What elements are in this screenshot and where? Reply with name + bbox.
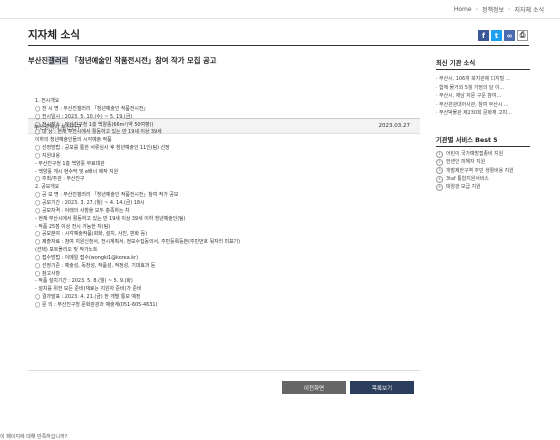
print-icon[interactable]: ⎙ (517, 30, 528, 41)
chevron-right-icon: › (508, 6, 511, 13)
best-service-item[interactable]: 4 3taf 통합지원서비스 (436, 175, 530, 183)
best-services-section: 기관별 서비스 Best 5 1 어린이 국가예방접종비 지원 2 한센인 피해자 지… (436, 135, 530, 192)
body-line: ◯ 문 의 : 부산진구청 문화관광과 예술계(051-605-4631) (35, 301, 158, 308)
post-title-highlight: 갤러리 (48, 56, 69, 65)
best-services-title: 기관별 서비스 Best 5 (436, 137, 498, 144)
list-button[interactable]: 목록보기 (350, 381, 414, 394)
breadcrumb-current[interactable]: 지자체 소식 (514, 5, 544, 14)
recent-news-item[interactable]: · 부산관광대어사관, 참여 부산시 ... (436, 101, 530, 110)
best-service-item[interactable]: 3 개발제한구역 주민 생활비용 지원 (436, 167, 530, 175)
body-line: ◯ 지원내용 (35, 152, 61, 159)
best-service-label: 태양광 보급 지원 (446, 184, 481, 191)
best-services-list: 1 어린이 국가예방접종비 지원 2 한센인 피해자 지원 3 개발제한구역 주민 생활비… (436, 150, 530, 192)
breadcrumb: Home › 정책정보 › 지자체 소식 (454, 5, 544, 14)
best-service-item[interactable]: 2 한센인 피해자 지원 (436, 158, 530, 167)
post-date: 2023.03.27 (378, 123, 411, 129)
prev-button[interactable]: 이전화면 (282, 381, 346, 394)
body-line: ◯ 공 모 명 : 부산진갤러리 「청년예술인 작품전시전」참여 작가 공모 (35, 192, 179, 199)
recent-news-item[interactable]: · 부산시, 재남 자문 구운 참여... (436, 92, 530, 101)
body-line: ◯ 공모분야 : 시각예술작품(회화, 설치, 사진, 판화 등) (35, 231, 147, 238)
section-divider (436, 69, 530, 70)
body-line: (선택) 포트폴리오 및 작가노트 (35, 247, 98, 254)
rank-badge: 1 (436, 150, 443, 158)
rank-badge: 3 (436, 167, 443, 175)
rank-badge: 4 (436, 175, 443, 183)
recent-news-list: · 부산시, 106개 복지관에 디지털 ... · 함께 물거외 5월 가정의 … (436, 75, 530, 118)
body-line: ◯ 전 시 명 : 부산진갤러리 「청년예술인 작품전시전」 (35, 105, 149, 112)
facebook-icon[interactable]: f (478, 30, 489, 41)
body-line: - 현재 부산시에서 활동하고 있는 만 19세 이상 39세 이하 청년예술인… (35, 215, 186, 222)
chevron-right-icon: › (475, 6, 478, 13)
body-line: 2. 공모개요 (35, 184, 60, 191)
best-service-item[interactable]: 1 어린이 국가예방접종비 지원 (436, 150, 530, 158)
recent-news-title: 최신 기관 소식 (436, 60, 476, 67)
recent-news-item[interactable]: · 부산시, 106개 복지관에 디지털 ... (436, 75, 530, 84)
page-title: 지자체 소식 (28, 29, 80, 41)
body-line: ◯ 주최/주관 : 부산진구 (35, 176, 85, 183)
best-service-item[interactable]: 5 태양광 보급 지원 (436, 183, 530, 192)
body-line: 1. 전시개요 (35, 98, 60, 104)
rank-badge: 5 (436, 184, 443, 192)
post-title-prefix: 부산진 (28, 56, 49, 65)
body-line: ◯ 공모자격 : 아래의 사항을 모두 충족하는 자 (35, 207, 130, 214)
top-bar: Home › 정책정보 › 지자체 소식 (0, 0, 560, 19)
body-line: ◯ 공모기간 : 2023. 3. 27.(월) ~ 4. 14.(금) 18시 (35, 199, 145, 206)
content-divider (28, 370, 420, 371)
breadcrumb-home[interactable]: Home (454, 6, 472, 13)
twitter-icon[interactable]: t (491, 30, 502, 41)
breadcrumb-section[interactable]: 정책정보 (482, 5, 504, 14)
body-line: ◯ 결과발표 : 2023. 4. 21.(금) 한 개별 통보 예정 (35, 294, 141, 301)
section-divider (436, 146, 530, 147)
best-service-label: 어린이 국가예방접종비 지원 (446, 151, 504, 157)
body-line: ◯ 전시일시 : 2023. 5. 10.(수) ~ 5. 19.(금) (35, 113, 133, 120)
body-line: ◯ 선정방법 : 공모를 통한 서류심사 후 청년예술인 11인(팀) 선정 (35, 145, 170, 152)
body-line: ◯ 선정기준 : 예술성, 독창성, 작품성, 적정성, 기대효과 등 (35, 262, 156, 269)
link-icon[interactable]: ∞ (504, 30, 515, 41)
title-divider (28, 45, 529, 46)
recent-news-item[interactable]: · 부산박물관 제230회 문화재 고피... (436, 109, 530, 118)
body-line: - 설치를 위한 모든 준비(재료는 지원자 준비)가 준비 (35, 286, 142, 293)
body-line: ◯ 제출자료 : 참여 지원신청서, 전시계획서, 정보수집동의서, 주민등록등… (35, 239, 241, 246)
post-body: 1. 전시개요 ◯ 전 시 명 : 부산진갤러리 「청년예술인 작품전시전」 ◯ 전… (35, 98, 240, 310)
post-title: 부산진갤러리 「청년예술인 작품전시전」참여 작가 모집 공고 (28, 56, 216, 66)
best-service-label: 한센인 피해자 지원 (446, 159, 486, 166)
body-line: - 부산진구청 1층 백양홀 무료대관 (35, 160, 105, 167)
post-title-suffix: 「청년예술인 작품전시전」참여 작가 모집 공고 (68, 56, 217, 65)
recent-news-item[interactable]: · 함께 물거외 5월 가정의 달 이... (436, 84, 530, 93)
rank-badge: 2 (436, 159, 443, 167)
best-service-label: 개발제한구역 주민 생활비용 지원 (446, 167, 514, 174)
share-buttons: f t ∞ ⎙ (478, 30, 528, 41)
recent-news-section: 최신 기관 소식 · 부산시, 106개 복지관에 디지털 ... · 함께 물거… (436, 58, 530, 116)
body-line: ◯ 접수방법 : 이메일 접수(wongki1@korea.kr) (35, 254, 138, 261)
body-line: 이하의 청년예술인들의 시각예술 작품 (35, 137, 112, 144)
best-service-label: 3taf 통합지원서비스 (446, 176, 489, 183)
